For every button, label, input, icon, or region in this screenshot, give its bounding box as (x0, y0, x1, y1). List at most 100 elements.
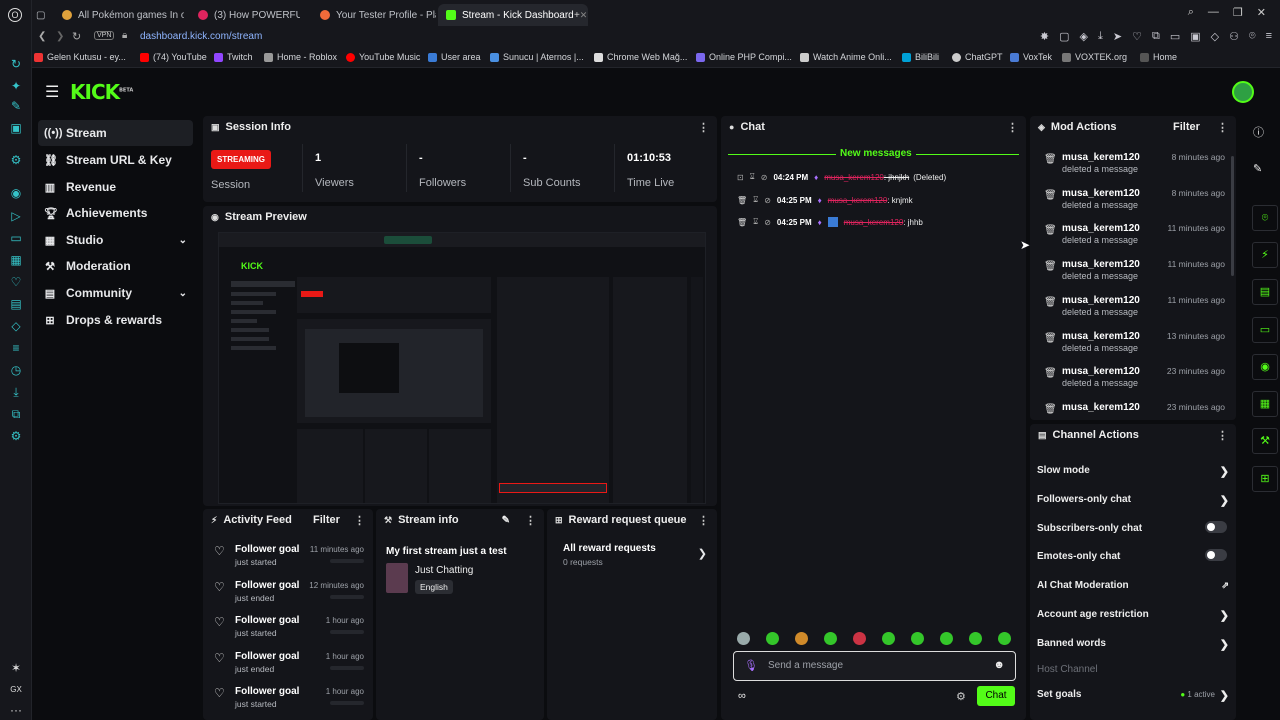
close-window-icon[interactable]: ✕ (1257, 6, 1266, 19)
play-icon[interactable]: ▷ (8, 208, 24, 224)
messenger-icon[interactable]: ◉ (8, 185, 24, 201)
emote-icon[interactable] (998, 632, 1011, 645)
ban-icon[interactable]: ⊘ (761, 173, 768, 182)
bookmark-twitch[interactable]: Twitch (214, 52, 253, 62)
search-icon[interactable]: ⌕ (1188, 6, 1194, 19)
cube-icon[interactable]: ◇ (8, 318, 24, 334)
send-chat-button[interactable]: Chat (977, 686, 1015, 706)
timeout-icon[interactable]: ⌛︎ (753, 217, 758, 227)
stream-preview-video[interactable]: KICK (218, 232, 706, 504)
ban-icon[interactable]: ⊘ (764, 196, 771, 205)
subscribers-only-toggle[interactable] (1205, 521, 1227, 533)
bookmark-bilibili[interactable]: BiliBili (902, 52, 939, 62)
emote-icon[interactable] (853, 632, 866, 645)
emote-icon[interactable] (911, 632, 924, 645)
bookmark-ytmusic[interactable]: YouTube Music (346, 52, 420, 62)
bookmark-user-area[interactable]: User area (428, 52, 481, 62)
chevron-right-icon[interactable]: ❯ (698, 547, 707, 560)
delete-icon[interactable]: 🗑︎ (737, 196, 747, 205)
bookmark-chatgpt[interactable]: ChatGPT (952, 52, 1003, 62)
emote-icon[interactable] (766, 632, 779, 645)
kebab-menu-icon[interactable]: ⋮ (1217, 429, 1228, 442)
kick-logo[interactable]: KICKBETA (70, 80, 133, 104)
ext-icon[interactable]: ✸ (1040, 30, 1049, 43)
wallet-icon[interactable]: ▭ (1170, 30, 1180, 43)
kick-bot-icon[interactable]: ∞ (738, 690, 746, 702)
camera-icon[interactable]: ⌾ (1252, 205, 1278, 231)
slow-mode-row[interactable]: Slow mode ❯ (1037, 465, 1229, 478)
snapshot-icon[interactable]: ▢ (1059, 30, 1069, 43)
download-icon[interactable]: ⤓ (8, 384, 24, 400)
nav-achievements[interactable]: 🏆︎ Achievements (38, 200, 193, 226)
kebab-menu-icon[interactable]: ⋮ (1007, 121, 1018, 134)
chat-message[interactable]: 🗑︎ ⌛︎ ⊘ 04:25 PM ♦ musa_kerem120: jhhb (737, 217, 923, 227)
vpn-badge[interactable]: VPN (94, 31, 115, 40)
account-age-row[interactable]: Account age restriction ❯ (1037, 609, 1229, 622)
nav-stream[interactable]: ((•)) Stream (38, 120, 193, 146)
opera-logo-icon[interactable]: O (8, 8, 22, 22)
kebab-menu-icon[interactable]: ⋮ (525, 514, 536, 527)
tab-2[interactable]: (3) How POWERFUL Can (190, 4, 300, 26)
player-icon[interactable]: ▣ (1190, 30, 1200, 43)
scrollbar[interactable] (1231, 156, 1234, 276)
timeout-icon[interactable]: ⌛︎ (750, 172, 755, 182)
refresh-icon[interactable]: ↻ (8, 56, 24, 72)
chat-settings-icon[interactable]: ⚙ (956, 690, 966, 703)
bookmark-voxtek[interactable]: VoxTek (1010, 52, 1052, 62)
emote-icon[interactable] (940, 632, 953, 645)
mod-user[interactable]: musa_kerem120 (1062, 295, 1140, 306)
gx-icon[interactable]: GX (8, 682, 24, 698)
layers-icon[interactable]: ≡ (8, 340, 24, 356)
mod-user[interactable]: musa_kerem120 (1062, 223, 1140, 234)
message-user[interactable]: musa_kerem120 (824, 173, 884, 182)
pen-icon[interactable]: ✎ (8, 98, 24, 114)
nav-drops-rewards[interactable]: ⊞ Drops & rewards (38, 307, 193, 333)
filter-button[interactable]: Filter (313, 514, 340, 526)
mod-user[interactable]: musa_kerem120 (1062, 366, 1140, 377)
reload-icon[interactable]: ↻ (72, 30, 81, 43)
chat-input[interactable]: Send a message (768, 660, 843, 671)
set-goals-row[interactable]: Set goals ● 1 active ❯ (1037, 689, 1229, 702)
grid-icon[interactable]: ▦ (8, 252, 24, 268)
tools-icon[interactable]: ⚒ (1252, 428, 1278, 454)
nav-moderation[interactable]: ⚒ Moderation (38, 253, 193, 279)
message-user[interactable]: musa_kerem120 (844, 218, 904, 227)
mod-user[interactable]: musa_kerem120 (1062, 152, 1140, 163)
chat-message[interactable]: ⊡ ⌛︎ ⊘ 04:24 PM ♦ musa_kerem120: jhnjkh (Delet… (737, 172, 946, 182)
all-rewards-link[interactable]: All reward requests (563, 543, 656, 554)
mod-user[interactable]: musa_kerem120 (1062, 259, 1140, 270)
tab-1[interactable]: All Pokémon games In ord (54, 4, 184, 26)
nav-stream-url-key[interactable]: ⛓ Stream URL & Key (38, 147, 193, 173)
minimize-icon[interactable]: — (1208, 6, 1219, 19)
history-icon[interactable]: ◷ (8, 362, 24, 378)
edit-icon[interactable]: ✎ (1253, 162, 1262, 175)
heart-icon[interactable]: ♡ (8, 274, 24, 290)
bookmark-voxtek-org[interactable]: VOXTEK.org (1062, 52, 1127, 62)
ai-icon[interactable]: ✶ (8, 660, 24, 676)
pin-icon[interactable]: ✦ (8, 78, 24, 94)
nav-studio[interactable]: ▦ Studio ⌄ (38, 227, 193, 253)
shield-icon[interactable]: ◈ (1080, 30, 1088, 43)
bookmark-youtube[interactable]: (74) YouTube (140, 52, 207, 62)
info-icon[interactable]: ⓘ (1253, 124, 1264, 140)
emotes-only-toggle[interactable] (1205, 549, 1227, 561)
chat-message[interactable]: 🗑︎ ⌛︎ ⊘ 04:25 PM ♦ musa_kerem120: knjmk (737, 195, 913, 205)
filter-button[interactable]: Filter (1173, 121, 1200, 133)
hamburger-menu-icon[interactable]: ☰ (45, 82, 59, 102)
forward-icon[interactable]: ❯ (56, 31, 64, 42)
wallet-icon[interactable]: ▭ (8, 230, 24, 246)
broadcast-icon[interactable]: ◉ (1252, 354, 1278, 380)
emote-icon[interactable] (824, 632, 837, 645)
mod-user[interactable]: musa_kerem120 (1062, 331, 1140, 342)
share-icon[interactable]: ⊞ (1252, 466, 1278, 492)
mod-user[interactable]: musa_kerem120 (1062, 402, 1140, 413)
more-icon[interactable]: ··· (8, 702, 24, 718)
pin-icon[interactable]: ⊡ (737, 173, 744, 182)
menu-icon[interactable]: ≡ (1266, 30, 1272, 43)
delete-icon[interactable]: 🗑︎ (737, 218, 747, 227)
bookmark-chrome-store[interactable]: Chrome Web Mağ... (594, 52, 687, 62)
lightning-icon[interactable]: ⚡︎ (1252, 242, 1278, 268)
new-tab-icon[interactable]: + (566, 4, 588, 26)
settings-icon[interactable]: ⚙ (8, 428, 24, 444)
bookmark-home[interactable]: Home (1140, 52, 1177, 62)
